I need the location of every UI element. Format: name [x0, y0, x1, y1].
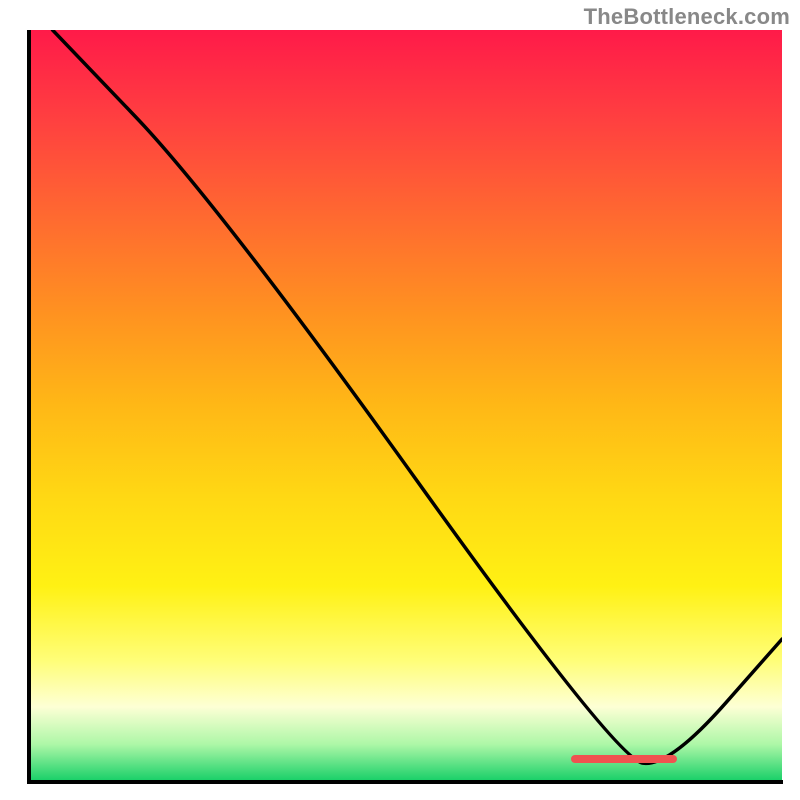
- bottleneck-curve: [30, 30, 782, 782]
- x-axis-line: [27, 780, 783, 784]
- y-axis-line: [27, 30, 31, 783]
- watermark-text: TheBottleneck.com: [584, 4, 790, 30]
- optimal-range-marker: [571, 755, 676, 763]
- plot-area: [30, 30, 782, 782]
- chart-container: TheBottleneck.com: [0, 0, 800, 800]
